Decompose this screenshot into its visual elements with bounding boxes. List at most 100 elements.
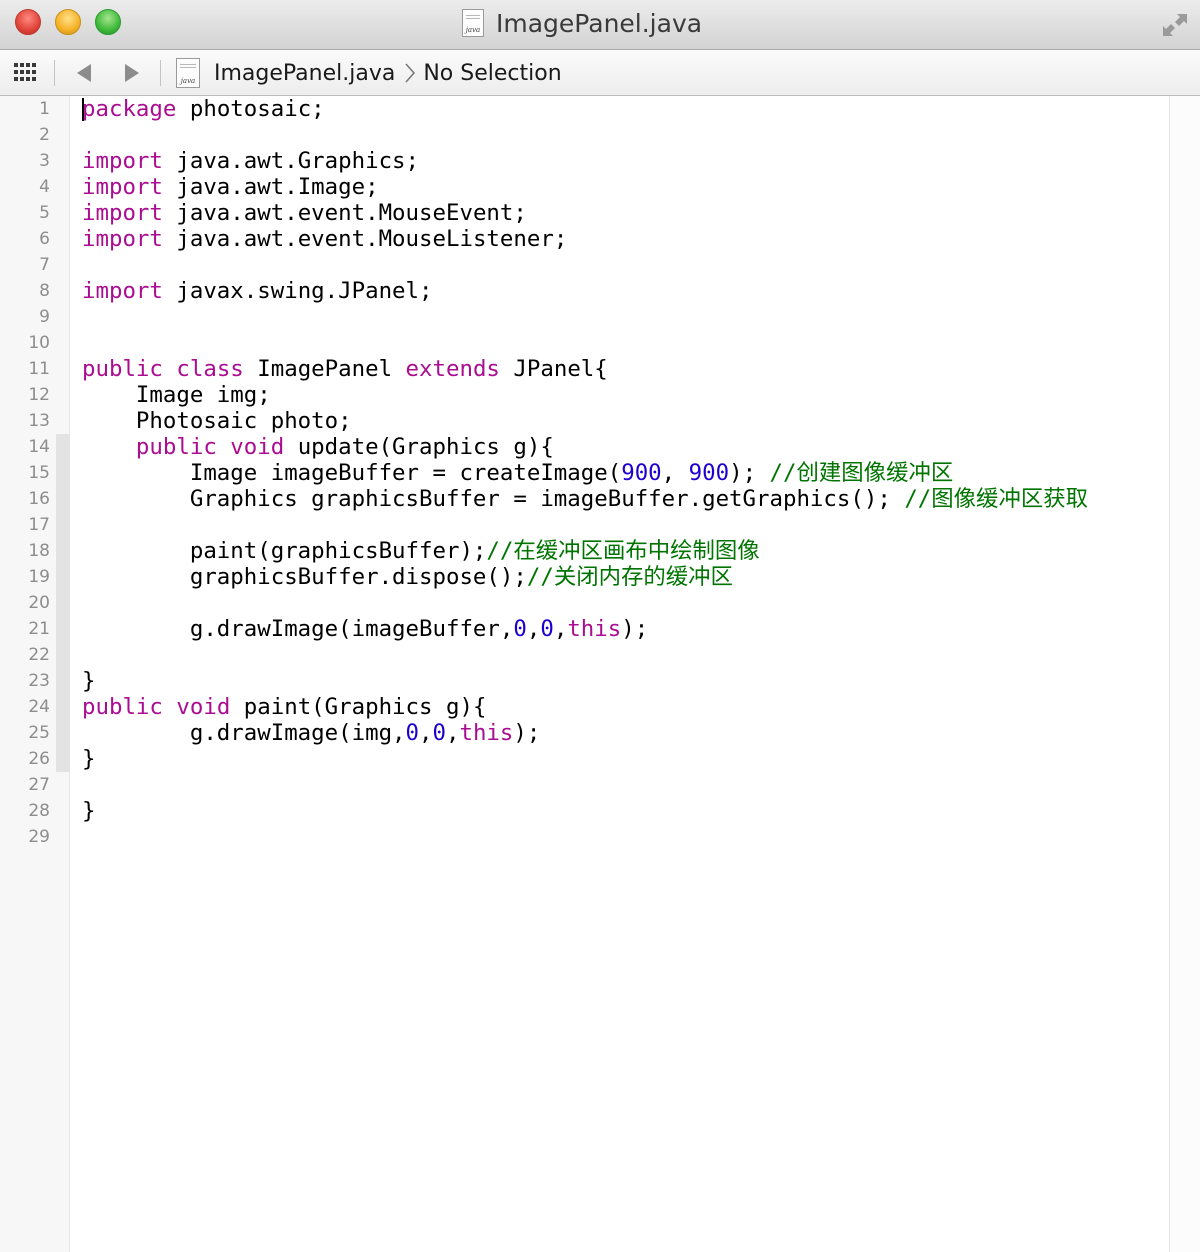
line-number: 11: [28, 359, 50, 379]
code-line[interactable]: [82, 642, 1169, 668]
breadcrumb-file[interactable]: ImagePanel.java: [214, 61, 395, 86]
zoom-button-icon[interactable]: [95, 9, 121, 35]
comment-token: //在缓冲区画布中绘制图像: [486, 538, 760, 564]
line-number: 3: [39, 151, 50, 171]
keyword-token: void: [176, 694, 231, 720]
forward-triangle-icon[interactable]: [120, 60, 144, 86]
code-line[interactable]: import java.awt.Image;: [82, 174, 1169, 200]
code-token: }: [82, 798, 96, 824]
line-number: 14: [28, 437, 50, 457]
vertical-scrollbar[interactable]: [1169, 96, 1200, 1252]
file-icon-label: java: [465, 26, 481, 34]
minimize-button-icon[interactable]: [55, 9, 81, 35]
code-line[interactable]: import java.awt.event.MouseEvent;: [82, 200, 1169, 226]
window-title-group: java ImagePanel.java: [462, 6, 702, 40]
java-file-icon[interactable]: java: [176, 58, 200, 88]
line-number: 18: [28, 541, 50, 561]
code-token: java.awt.Graphics;: [162, 148, 420, 174]
line-number: 6: [39, 229, 50, 249]
code-line[interactable]: graphicsBuffer.dispose();//关闭内存的缓冲区: [82, 564, 1169, 590]
code-line[interactable]: Graphics graphicsBuffer = imageBuffer.ge…: [82, 486, 1169, 512]
code-line[interactable]: [82, 330, 1169, 356]
code-line[interactable]: [82, 304, 1169, 330]
line-number: 12: [28, 385, 50, 405]
breadcrumb-selection[interactable]: No Selection: [423, 61, 561, 86]
keyword-token: class: [176, 356, 244, 382]
source-editor[interactable]: 1 2 3 4 5 6 7 8 9 10 11 12 13 14 15 16 17 18 19 20 21 22 23 24 2…: [0, 96, 1200, 1252]
java-file-icon[interactable]: java: [462, 9, 484, 37]
keyword-token: extends: [405, 356, 500, 382]
code-line[interactable]: }: [82, 798, 1169, 824]
keyword-token: public: [82, 694, 163, 720]
code-line[interactable]: import java.awt.Graphics;: [82, 148, 1169, 174]
keyword-token: import: [82, 148, 163, 174]
code-token: );: [513, 720, 541, 746]
line-numbers: 1 2 3 4 5 6 7 8 9 10 11 12 13 14 15 16 17 18 19 20 21 22 23 24 2…: [0, 96, 50, 850]
code-line[interactable]: Image imageBuffer = createImage(900, 900…: [82, 460, 1169, 486]
line-number: 25: [28, 723, 50, 743]
code-line[interactable]: [82, 512, 1169, 538]
code-line[interactable]: package photosaic;: [82, 96, 1169, 122]
code-token: javax.swing.JPanel;: [162, 278, 433, 304]
code-token: java.awt.event.MouseListener;: [162, 226, 568, 252]
related-items-grid-icon[interactable]: [14, 63, 38, 83]
line-number: 10: [28, 333, 50, 353]
code-line[interactable]: import javax.swing.JPanel;: [82, 278, 1169, 304]
code-text-area[interactable]: package photosaic; import java.awt.Graphi…: [82, 96, 1169, 850]
code-line[interactable]: public class ImagePanel extends JPanel{: [82, 356, 1169, 382]
close-button-icon[interactable]: [15, 9, 41, 35]
number-token: 0: [432, 720, 446, 746]
code-line[interactable]: g.drawImage(img,0,0,this);: [82, 720, 1169, 746]
code-line[interactable]: [82, 772, 1169, 798]
code-token: );: [621, 616, 649, 642]
line-number: 27: [28, 775, 50, 795]
file-icon-label: java: [180, 77, 196, 85]
code-line[interactable]: public void paint(Graphics g){: [82, 694, 1169, 720]
number-token: 0: [540, 616, 554, 642]
keyword-token: import: [82, 278, 163, 304]
code-line[interactable]: g.drawImage(imageBuffer,0,0,this);: [82, 616, 1169, 642]
code-line[interactable]: [82, 824, 1169, 850]
code-line[interactable]: [82, 122, 1169, 148]
breadcrumb: java ImagePanel.java No Selection: [176, 56, 562, 90]
back-triangle-icon[interactable]: [72, 60, 96, 86]
code-token: ,: [661, 460, 689, 486]
line-number: 13: [28, 411, 50, 431]
title-bar[interactable]: java ImagePanel.java: [0, 0, 1200, 50]
number-token: 0: [513, 616, 527, 642]
code-token: JPanel{: [499, 356, 608, 382]
code-line[interactable]: }: [82, 668, 1169, 694]
code-token: ,: [553, 616, 568, 642]
keyword-token: this: [459, 720, 514, 746]
code-token: graphicsBuffer.dispose();: [82, 564, 527, 590]
code-folding-ribbon[interactable]: [56, 434, 70, 772]
code-line[interactable]: [82, 590, 1169, 616]
code-token: update(Graphics g){: [284, 434, 554, 460]
code-line[interactable]: import java.awt.event.MouseListener;: [82, 226, 1169, 252]
number-token: 0: [405, 720, 420, 746]
code-line[interactable]: }: [82, 746, 1169, 772]
code-line[interactable]: Photosaic photo;: [82, 408, 1169, 434]
code-line[interactable]: [82, 252, 1169, 278]
code-line[interactable]: Image img;: [82, 382, 1169, 408]
code-line[interactable]: paint(graphicsBuffer);//在缓冲区画布中绘制图像: [82, 538, 1169, 564]
code-token: ,: [526, 616, 541, 642]
keyword-token: import: [82, 226, 163, 252]
window-title: ImagePanel.java: [496, 8, 703, 38]
fullscreen-arrows-icon[interactable]: [1160, 10, 1190, 40]
line-number: 26: [28, 749, 50, 769]
code-token: ImagePanel: [243, 356, 406, 382]
line-number: 15: [28, 463, 50, 483]
code-token: Graphics graphicsBuffer = imageBuffer.ge…: [82, 486, 905, 512]
code-token: g.drawImage(img,: [82, 720, 406, 746]
code-line[interactable]: public void update(Graphics g){: [82, 434, 1169, 460]
line-number: 23: [28, 671, 50, 691]
jumpbar-divider: [54, 60, 55, 86]
number-token: 900: [621, 460, 662, 486]
keyword-token: import: [82, 174, 163, 200]
line-number: 20: [28, 593, 50, 613]
code-token: photosaic;: [176, 96, 325, 122]
line-number: 22: [28, 645, 50, 665]
code-token: Image imageBuffer = createImage(: [82, 460, 622, 486]
